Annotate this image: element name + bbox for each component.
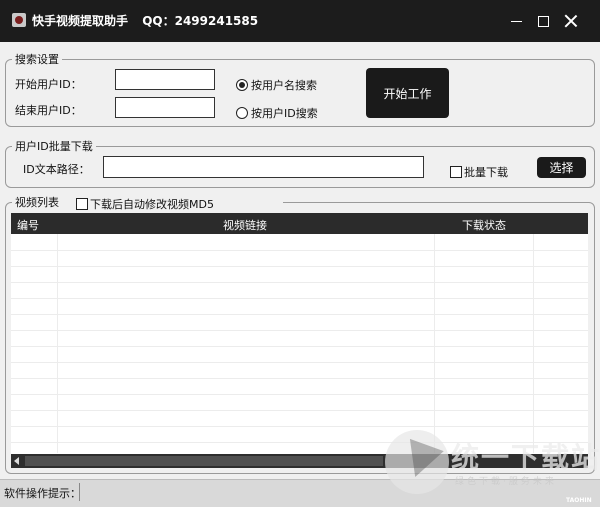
video-list-title: 视频列表 xyxy=(15,196,59,209)
id-path-label: ID文本路径： xyxy=(23,163,90,176)
grid-line xyxy=(11,394,588,395)
grid-line xyxy=(11,250,588,251)
checkbox-unchecked-icon xyxy=(76,198,88,210)
start-id-label: 开始用户ID： xyxy=(15,78,82,91)
select-file-button[interactable]: 选择 xyxy=(537,157,586,178)
auto-md5-checkbox[interactable]: 下载后自动修改视频MD5 xyxy=(76,196,217,212)
radio-unchecked-icon xyxy=(236,107,248,119)
search-settings-legend: 搜索设置 xyxy=(15,53,59,66)
qq-number: QQ：2499241585 xyxy=(142,14,259,28)
minimize-icon xyxy=(510,20,522,22)
auto-md5-label: 下载后自动修改视频MD5 xyxy=(90,198,214,211)
table-header: 编号 视频链接 下载状态 xyxy=(11,213,588,234)
grid-line xyxy=(11,298,588,299)
close-icon xyxy=(564,14,578,28)
maximize-icon xyxy=(537,15,549,27)
column-header-link[interactable]: 视频链接 xyxy=(223,217,267,233)
column-header-id[interactable]: 编号 xyxy=(17,217,39,233)
column-header-status[interactable]: 下载状态 xyxy=(462,217,506,233)
radio-search-by-id[interactable]: 按用户ID搜索 xyxy=(236,105,318,121)
watermark-brand: 统一下载站 xyxy=(451,441,600,474)
end-id-input[interactable] xyxy=(115,97,215,118)
maximize-button[interactable] xyxy=(530,8,556,34)
start-id-input[interactable] xyxy=(115,69,215,90)
id-path-input[interactable] xyxy=(103,156,424,178)
app-name: 快手视频提取助手 xyxy=(32,14,129,28)
grid-line xyxy=(11,410,588,411)
grid-line xyxy=(11,426,588,427)
start-work-button[interactable]: 开始工作 xyxy=(366,68,449,118)
app-icon xyxy=(12,13,26,27)
grid-line xyxy=(11,378,588,379)
grid-line xyxy=(11,266,588,267)
status-label: 软件操作提示： xyxy=(4,487,81,500)
window-title: 快手视频提取助手 QQ：2499241585 xyxy=(32,12,258,29)
close-button[interactable] xyxy=(558,8,584,34)
grid-line xyxy=(11,346,588,347)
watermark-slogan: 绿色下载·服务未来 xyxy=(455,477,557,487)
watermark: 统一下载站 绿色下载·服务未来 xyxy=(385,430,599,500)
scroll-left-icon[interactable] xyxy=(14,457,19,465)
radio-search-by-id-label: 按用户ID搜索 xyxy=(251,107,318,120)
checkbox-unchecked-icon xyxy=(450,166,462,178)
radio-search-by-name-label: 按用户名搜索 xyxy=(251,79,317,92)
status-separator xyxy=(79,483,80,501)
watermark-corner: TAOHIN xyxy=(566,497,592,504)
scrollbar-thumb[interactable] xyxy=(25,456,383,466)
batch-download-legend: 用户ID批量下载 xyxy=(15,140,93,153)
grid-line xyxy=(11,282,588,283)
radio-search-by-name[interactable]: 按用户名搜索 xyxy=(236,77,317,93)
minimize-button[interactable] xyxy=(503,8,529,34)
batch-download-checkbox[interactable]: 批量下载 xyxy=(450,164,508,180)
grid-line xyxy=(11,330,588,331)
grid-line xyxy=(11,362,588,363)
end-id-label: 结束用户ID： xyxy=(15,104,82,117)
radio-checked-icon xyxy=(236,79,248,91)
grid-line xyxy=(11,314,588,315)
batch-download-label: 批量下载 xyxy=(464,166,508,179)
title-bar: 快手视频提取助手 QQ：2499241585 xyxy=(0,0,600,42)
